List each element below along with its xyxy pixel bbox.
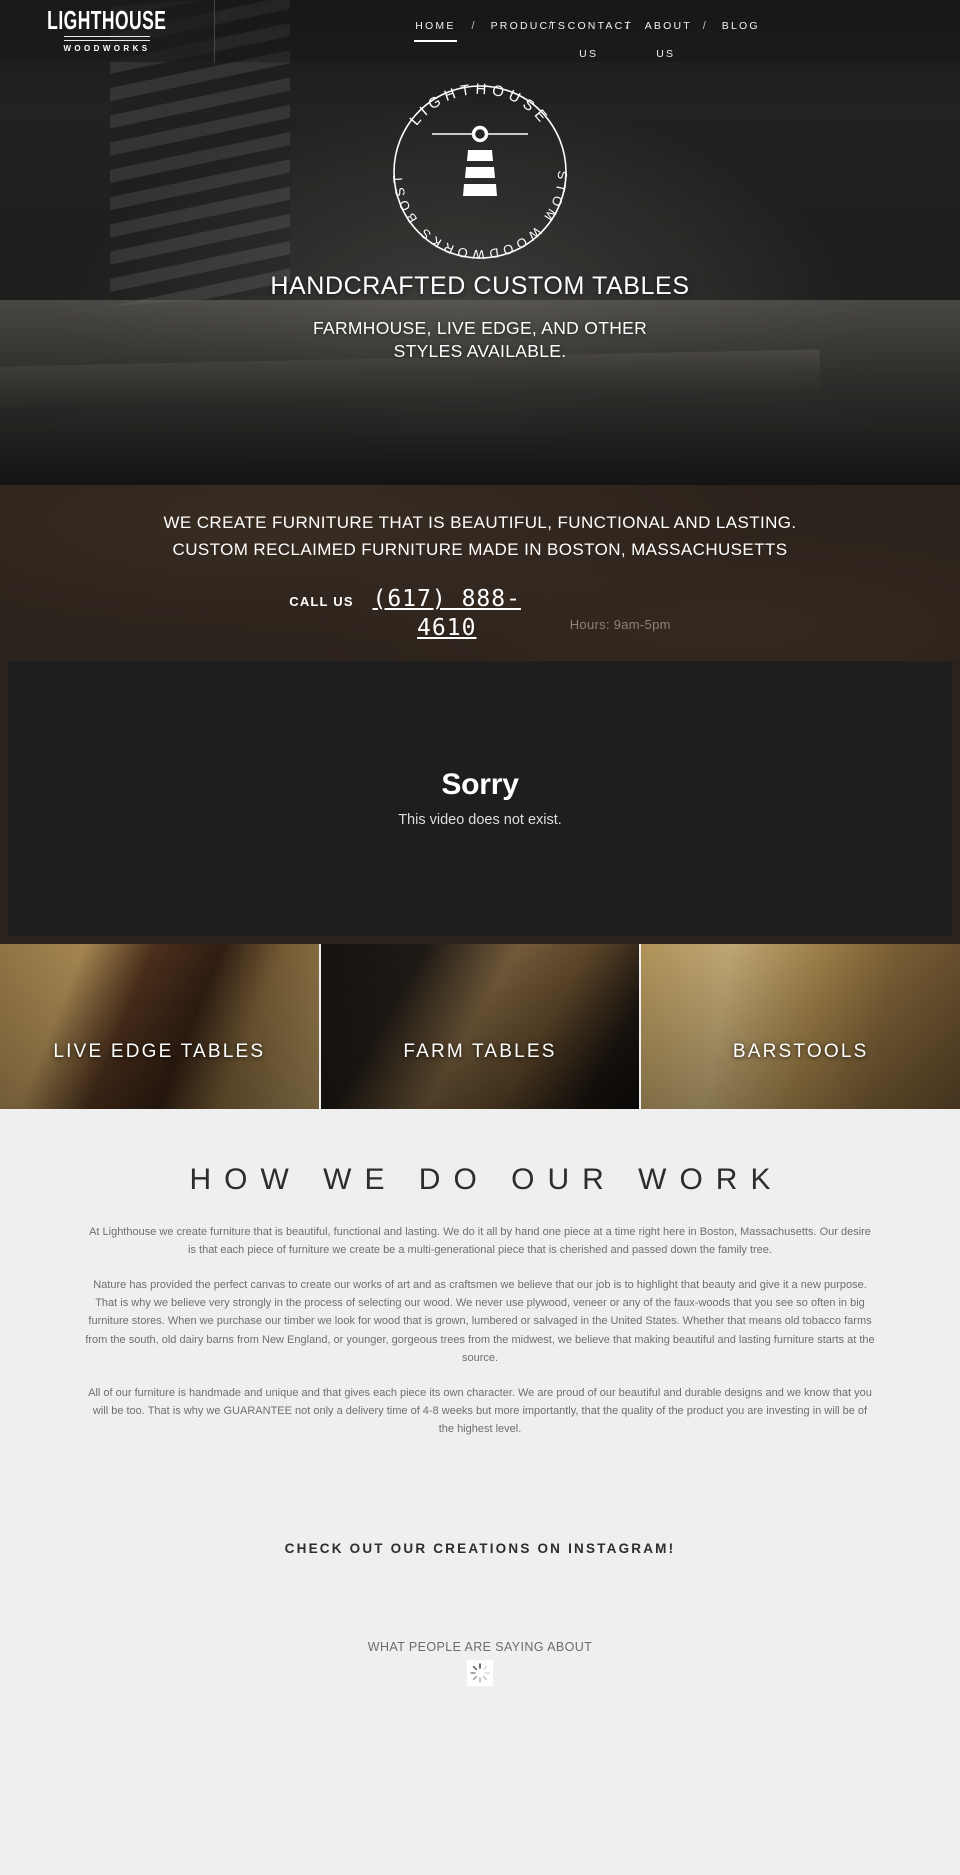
section-heading-how-we-work: HOW WE DO OUR WORK [189, 1162, 784, 1196]
tile-image [641, 943, 960, 1109]
tile-barstools[interactable]: BARSTOOLS [641, 943, 960, 1109]
video-player-error[interactable]: Sorry This video does not exist. [8, 660, 952, 936]
work-paragraphs: At Lighthouse we create furniture that i… [85, 1197, 875, 1438]
testimonials-heading: WHAT PEOPLE ARE SAYING ABOUT [367, 1640, 593, 1655]
phone-number-link[interactable]: (617) 888-4610 [372, 585, 522, 643]
nav-separator: / [471, 20, 475, 32]
site-header: LIGHTHOUSE WOODWORKS HOME / PRODUCTS / C… [0, 0, 960, 62]
hero-subline-1: FARMHOUSE, LIVE EDGE, AND OTHER [312, 318, 648, 338]
tagline-banner: WE CREATE FURNITURE THAT IS BEAUTIFUL, F… [0, 485, 960, 661]
video-error-message: This video does not exist. [398, 812, 562, 829]
bottom-spacer [0, 1686, 960, 1714]
video-section: Sorry This video does not exist. [0, 660, 960, 944]
nav-item-about-us[interactable]: ABOUT US [629, 12, 703, 68]
tile-label: FARM TABLES [403, 1040, 557, 1062]
tile-label: LIVE EDGE TABLES [53, 1040, 266, 1062]
hero-subline-2: STYLES AVAILABLE. [393, 340, 567, 361]
work-paragraph: Nature has provided the perfect canvas t… [85, 1279, 875, 1364]
nav-separator: / [548, 20, 552, 32]
main-navigation: HOME / PRODUCTS / CONTACT US / ABOUT US … [215, 0, 960, 68]
tile-farm-tables[interactable]: FARM TABLES [318, 943, 642, 1109]
contact-row: CALL US (617) 888-4610 Hours: 9am-5pm [0, 585, 960, 643]
banner-line-1: WE CREATE FURNITURE THAT IS BEAUTIFUL, F… [163, 513, 797, 532]
work-paragraph: At Lighthouse we create furniture that i… [89, 1225, 871, 1257]
category-tiles: LIVE EDGE TABLES FARM TABLES BARSTOOLS [0, 943, 960, 1109]
nav-item-contact-us[interactable]: CONTACT US [552, 12, 631, 68]
logo-main-text: LIGHTHOUSE [47, 6, 167, 36]
hero-headline: HANDCRAFTED CUSTOM TABLES [270, 272, 690, 300]
tile-label: BARSTOOLS [732, 1040, 869, 1062]
how-we-work-section: HOW WE DO OUR WORK At Lighthouse we crea… [0, 1108, 960, 1715]
logo-divider-bottom [64, 39, 150, 41]
instagram-heading: CHECK OUT OUR CREATIONS ON INSTAGRAM! [284, 1541, 676, 1557]
nav-separator: / [702, 20, 706, 32]
nav-separator: / [625, 20, 629, 32]
hero-subheadline: FARMHOUSE, LIVE EDGE, AND OTHER STYLES A… [0, 317, 960, 363]
lighthouse-circular-badge: LIGHTHOUSE CUSTOM WOODWORKS BOSTON [380, 72, 580, 272]
nav-item-products[interactable]: PRODUCTS [475, 12, 565, 40]
spinner-svg [470, 1663, 490, 1684]
hero-section: LIGHTHOUSE WOODWORKS HOME / PRODUCTS / C… [0, 0, 960, 485]
site-logo[interactable]: LIGHTHOUSE WOODWORKS [0, 0, 215, 62]
business-hours: Hours: 9am-5pm [569, 617, 671, 633]
badge-svg: LIGHTHOUSE CUSTOM WOODWORKS BOSTON [380, 72, 567, 262]
tile-image [0, 943, 319, 1109]
nav-item-home[interactable]: HOME [399, 12, 471, 42]
tile-image [320, 943, 640, 1109]
badge-top-text: LIGHTHOUSE [407, 81, 554, 129]
call-us-label: CALL US [289, 594, 354, 610]
work-paragraph: All of our furniture is handmade and uni… [88, 1386, 872, 1436]
hero-text-block: HANDCRAFTED CUSTOM TABLES FARMHOUSE, LIV… [0, 272, 960, 363]
banner-line-2: CUSTOM RECLAIMED FURNITURE MADE IN BOSTO… [172, 540, 788, 560]
loading-spinner-icon [467, 1660, 493, 1687]
logo-sub-text: WOODWORKS [63, 43, 151, 53]
tile-live-edge-tables[interactable]: LIVE EDGE TABLES [0, 943, 319, 1109]
nav-item-blog[interactable]: BLOG [706, 12, 776, 40]
video-error-title: Sorry [441, 768, 519, 802]
